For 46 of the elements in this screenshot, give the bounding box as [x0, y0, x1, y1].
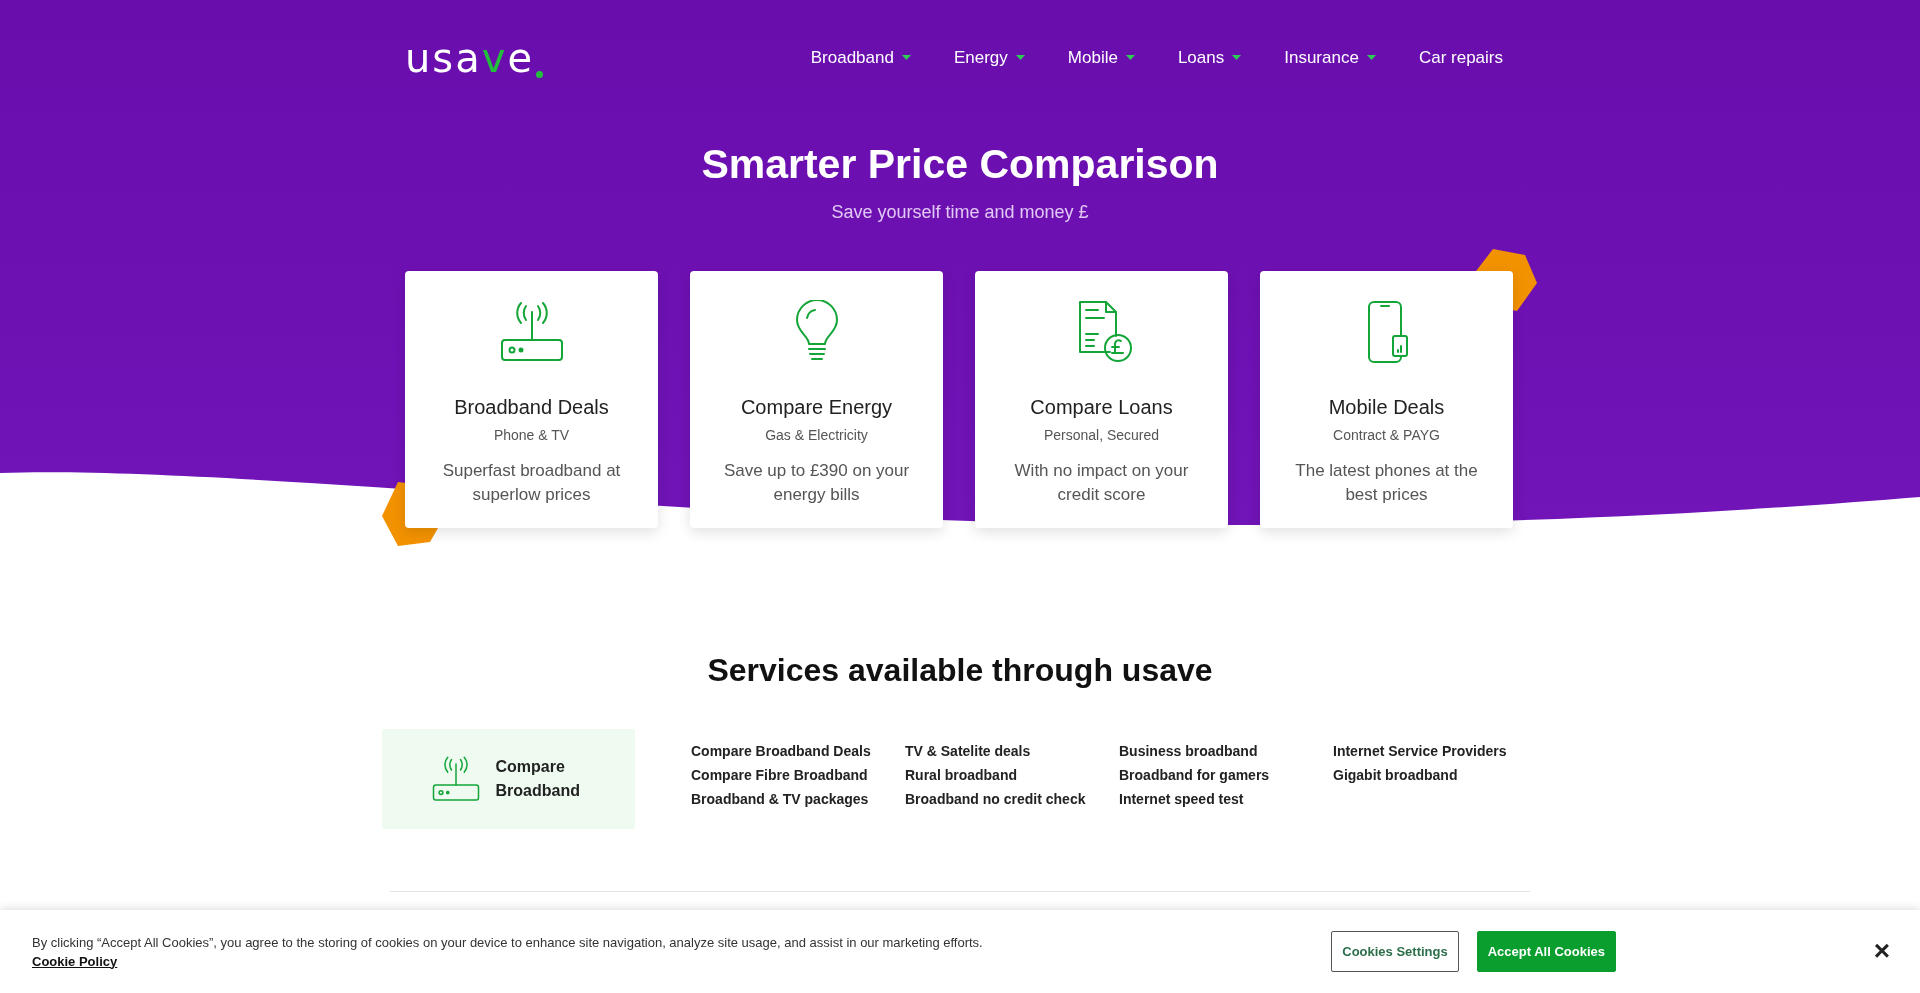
service-link[interactable]: Business broadband	[1119, 739, 1333, 763]
nav-link[interactable]: Mobile	[1067, 47, 1135, 68]
service-card[interactable]: Broadband Deals Phone & TV Superfast broadband at superlow prices	[405, 271, 658, 528]
card-subtitle: Gas & Electricity	[765, 427, 868, 443]
card-title: Compare Loans	[1030, 396, 1173, 419]
card-description: Superfast broadband at superlow prices	[441, 460, 622, 506]
service-link[interactable]: Broadband for gamers	[1119, 763, 1333, 787]
service-link[interactable]: Compare Fibre Broadband	[691, 763, 905, 787]
service-card[interactable]: Compare Energy Gas & Electricity Save up to £390 on your energy bills	[690, 271, 943, 528]
cookie-policy-link[interactable]: Cookie Policy	[32, 953, 118, 969]
service-link[interactable]: Rural broadband	[905, 763, 1119, 787]
accept-cookies-button[interactable]: Accept All Cookies	[1476, 931, 1616, 972]
cookie-settings-button[interactable]: Cookies Settings	[1331, 931, 1459, 972]
card-title: Compare Energy	[740, 396, 893, 419]
card-subtitle: Phone & TV	[493, 427, 570, 443]
service-link[interactable]: Internet Service Providers	[1333, 739, 1547, 763]
router-icon	[431, 755, 480, 803]
card-description: The latest phones at the best prices	[1294, 460, 1479, 506]
hero-title: Smarter Price Comparison	[700, 141, 1220, 188]
close-button[interactable]: ×	[1867, 936, 1896, 966]
card-description: With no impact on your credit score	[1013, 460, 1190, 506]
category-label: Compare Broadband	[495, 757, 581, 801]
service-link[interactable]: Gigabit broadband	[1333, 763, 1547, 787]
service-link[interactable]: Internet speed test	[1119, 787, 1333, 811]
card-subtitle: Personal, Secured	[1043, 427, 1160, 443]
card-title: Mobile Deals	[1328, 396, 1445, 419]
service-card[interactable]: Compare Loans Personal, Secured With no impact on your credit score	[975, 271, 1228, 528]
service-link[interactable]: Broadband & TV packages	[691, 787, 905, 811]
service-link[interactable]: Broadband no credit check	[905, 787, 1119, 811]
card-title: Broadband Deals	[454, 396, 609, 419]
service-card[interactable]: Mobile Deals Contract & PAYG The latest phones at the best prices	[1260, 271, 1513, 528]
nav-link[interactable]: Insurance	[1284, 47, 1376, 68]
usave-logo[interactable]: usave	[405, 37, 543, 78]
category-tab[interactable]: Compare Broadband	[382, 729, 635, 829]
nav-link[interactable]: Loans	[1177, 47, 1242, 68]
hero-subtitle: Save yourself time and money £	[830, 202, 1090, 223]
card-description: Save up to £390 on your energy bills	[722, 460, 911, 506]
service-link[interactable]: Compare Broadband Deals	[691, 739, 905, 763]
cookie-notice-text: By clicking “Accept All Cookies”, you agree to the storing of cookies on your device to enhance site navigation, analyze site usage, and assist in our marketing efforts. Cookie Policy	[32, 933, 984, 971]
nav-link[interactable]: Broadband	[810, 47, 911, 68]
section-title: Services available through usave	[706, 652, 1214, 689]
router-icon	[499, 300, 564, 364]
service-link[interactable]: TV & Satelite deals	[905, 739, 1119, 763]
nav-link[interactable]: Car repairs	[1418, 47, 1503, 68]
card-subtitle: Contract & PAYG	[1333, 427, 1440, 443]
nav-link[interactable]: Energy	[953, 47, 1025, 68]
